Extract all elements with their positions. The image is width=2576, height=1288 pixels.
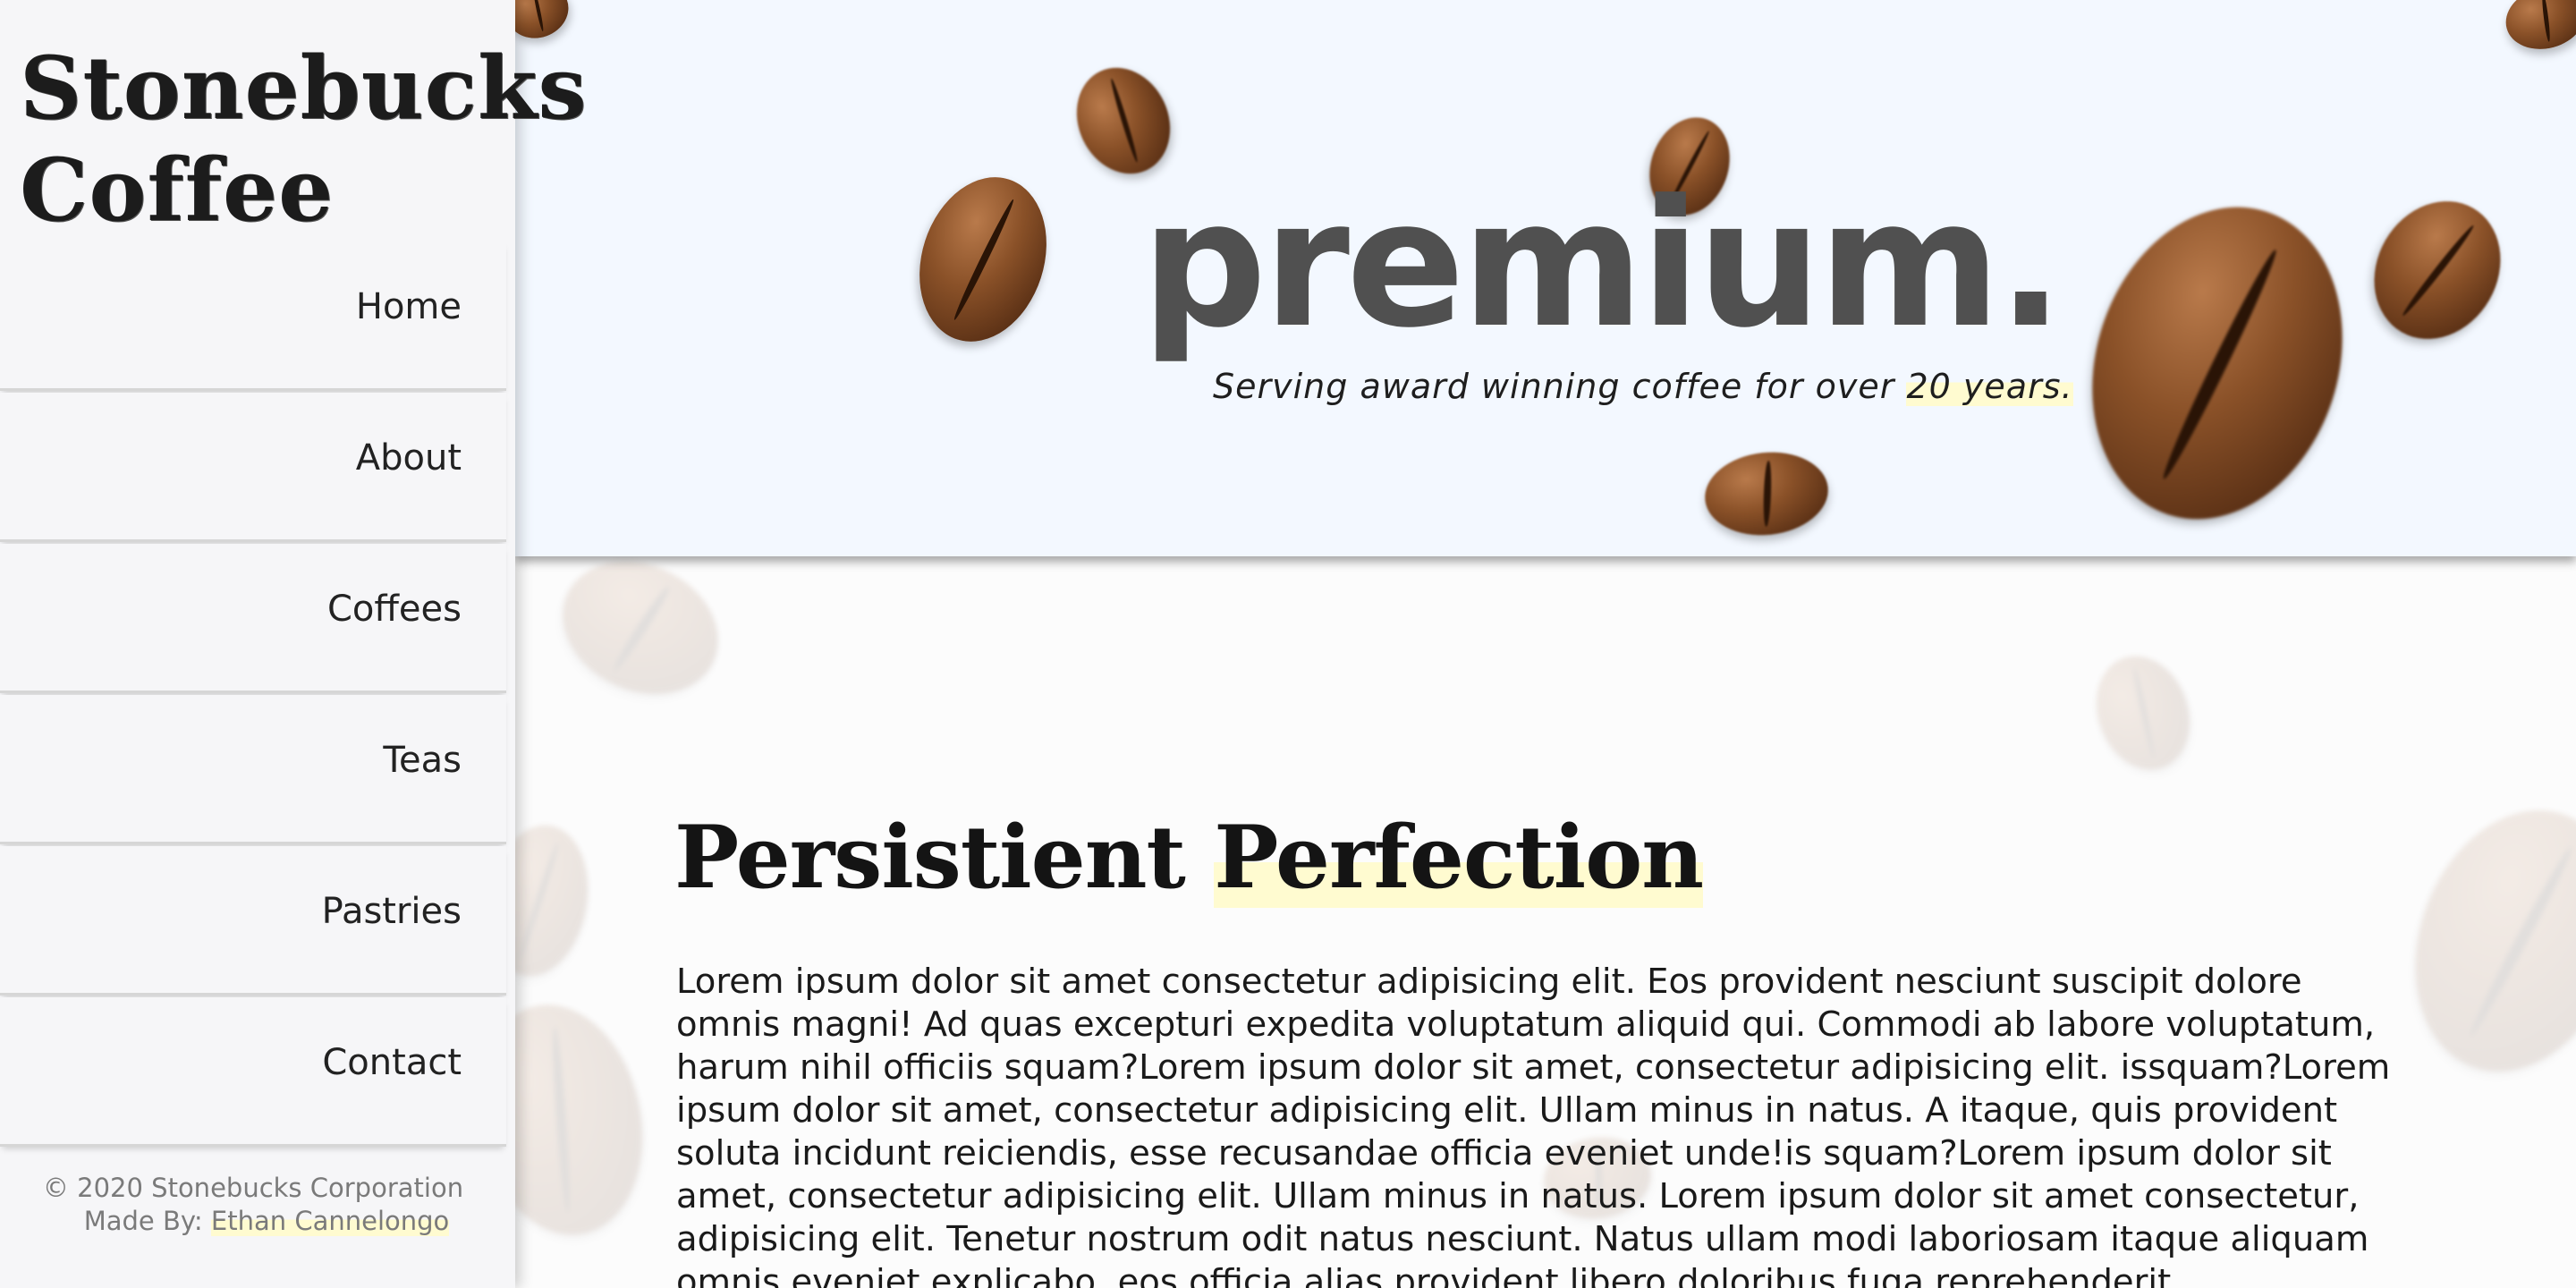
coffee-bean-image xyxy=(2349,178,2526,362)
nav-item-teas[interactable]: Teas xyxy=(0,695,506,844)
nav-item-label: Home xyxy=(355,286,462,327)
background-coffee-bean xyxy=(540,556,741,719)
brand-logo[interactable]: Stonebucks Coffee xyxy=(20,38,588,242)
coffee-bean-image xyxy=(899,160,1067,359)
sidebar-nav: Home About Coffees Teas Pastries Contact xyxy=(0,242,506,1148)
copyright-text: © 2020 Stonebucks Corporation xyxy=(42,1173,464,1203)
background-coffee-bean xyxy=(2080,642,2206,784)
nav-item-home[interactable]: Home xyxy=(0,242,506,391)
nav-item-label: Coffees xyxy=(326,589,462,630)
coffee-bean-image xyxy=(2053,174,2382,553)
nav-item-label: Teas xyxy=(383,740,462,781)
nav-item-label: About xyxy=(355,437,462,479)
section-heading-text: Persistient xyxy=(674,807,1186,908)
nav-item-pastries[interactable]: Pastries xyxy=(0,846,506,996)
sidebar-footer: © 2020 Stonebucks Corporation Made By: E… xyxy=(0,1172,506,1238)
section-heading-highlight: Perfection xyxy=(1214,807,1704,908)
section-heading: Persistient Perfection xyxy=(674,807,1704,908)
hero-subtitle: Serving award winning coffee for over 20… xyxy=(1213,367,2073,406)
made-by-prefix: Made By: xyxy=(83,1206,203,1236)
nav-item-contact[interactable]: Contact xyxy=(0,997,506,1147)
hero-title: premium. xyxy=(1141,163,2064,367)
sidebar: Stonebucks Coffee Home About Coffees Tea… xyxy=(0,0,588,1288)
nav-item-label: Contact xyxy=(322,1042,462,1083)
hero-subtitle-text: Serving award winning coffee for over xyxy=(1213,367,1895,406)
author-link[interactable]: Ethan Cannelongo xyxy=(210,1206,450,1236)
brand-line-1: Stonebucks xyxy=(20,38,588,139)
hero-banner: premium. Serving award winning coffee fo… xyxy=(515,0,2576,556)
made-by-line: Made By: Ethan Cannelongo xyxy=(0,1205,506,1238)
background-coffee-bean xyxy=(515,989,664,1250)
section-body-text: Lorem ipsum dolor sit amet consectetur a… xyxy=(676,962,2391,1288)
hero-subtitle-highlight: 20 years. xyxy=(1906,367,2073,406)
background-coffee-bean xyxy=(515,817,599,985)
nav-item-about[interactable]: About xyxy=(0,393,506,542)
nav-item-label: Pastries xyxy=(321,891,462,932)
background-coffee-bean xyxy=(2380,781,2576,1101)
coffee-bean-image xyxy=(2498,0,2576,58)
coffee-bean-image xyxy=(1700,446,1833,541)
page: Stonebucks Coffee Home About Coffees Tea… xyxy=(0,0,2576,1288)
nav-item-coffees[interactable]: Coffees xyxy=(0,544,506,693)
brand-line-2: Coffee xyxy=(20,140,335,241)
main-content: Persistient Perfection Lorem ipsum dolor… xyxy=(515,556,2576,1288)
